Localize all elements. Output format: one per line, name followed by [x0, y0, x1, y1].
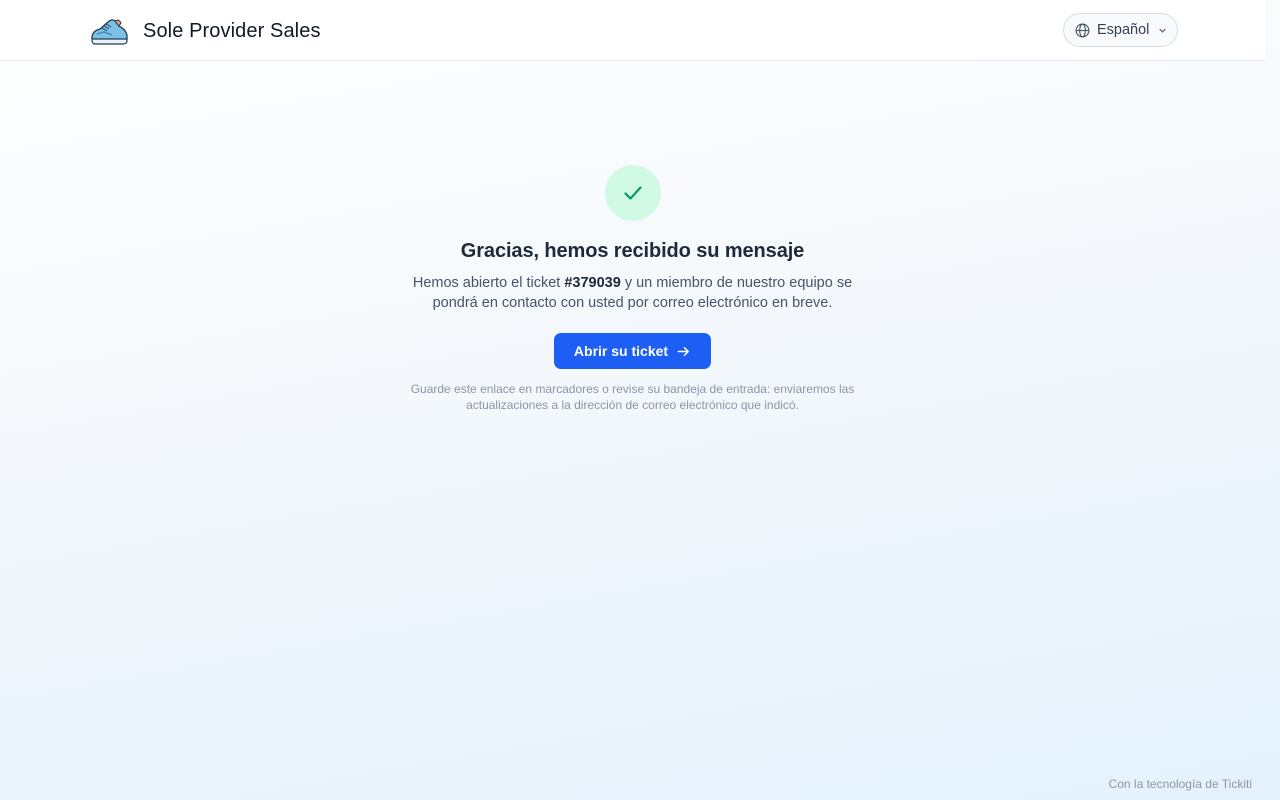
sneaker-icon — [91, 19, 128, 45]
confirmation-message: Hemos abierto el ticket #379039 y un mie… — [403, 273, 863, 313]
globe-icon — [1075, 23, 1090, 37]
confirmation-panel: Gracias, hemos recibido su mensaje Hemos… — [0, 61, 1265, 413]
language-selector[interactable]: Español — [1063, 13, 1178, 47]
success-badge — [604, 165, 661, 221]
open-ticket-label: Abrir su ticket — [573, 343, 669, 359]
check-icon — [623, 186, 642, 200]
arrow-right-icon — [677, 346, 689, 356]
brand-name: Sole Provider Sales — [143, 19, 321, 42]
bookmark-note: Guarde este enlace en marcadores o revis… — [410, 382, 855, 412]
open-ticket-button[interactable]: Abrir su ticket — [554, 333, 711, 369]
chevron-down-icon — [1159, 28, 1167, 33]
ticket-number: #379039 — [564, 275, 621, 291]
top-header: Sole Provider Sales Español — [0, 0, 1265, 61]
confirmation-title: Gracias, hemos recibido su mensaje — [460, 240, 805, 262]
brand[interactable]: Sole Provider Sales — [88, 14, 321, 48]
language-label: Español — [1097, 22, 1150, 38]
powered-by-footer[interactable]: Con la tecnología de Tickiti — [1109, 777, 1252, 791]
message-before: Hemos abierto el ticket — [412, 275, 565, 291]
